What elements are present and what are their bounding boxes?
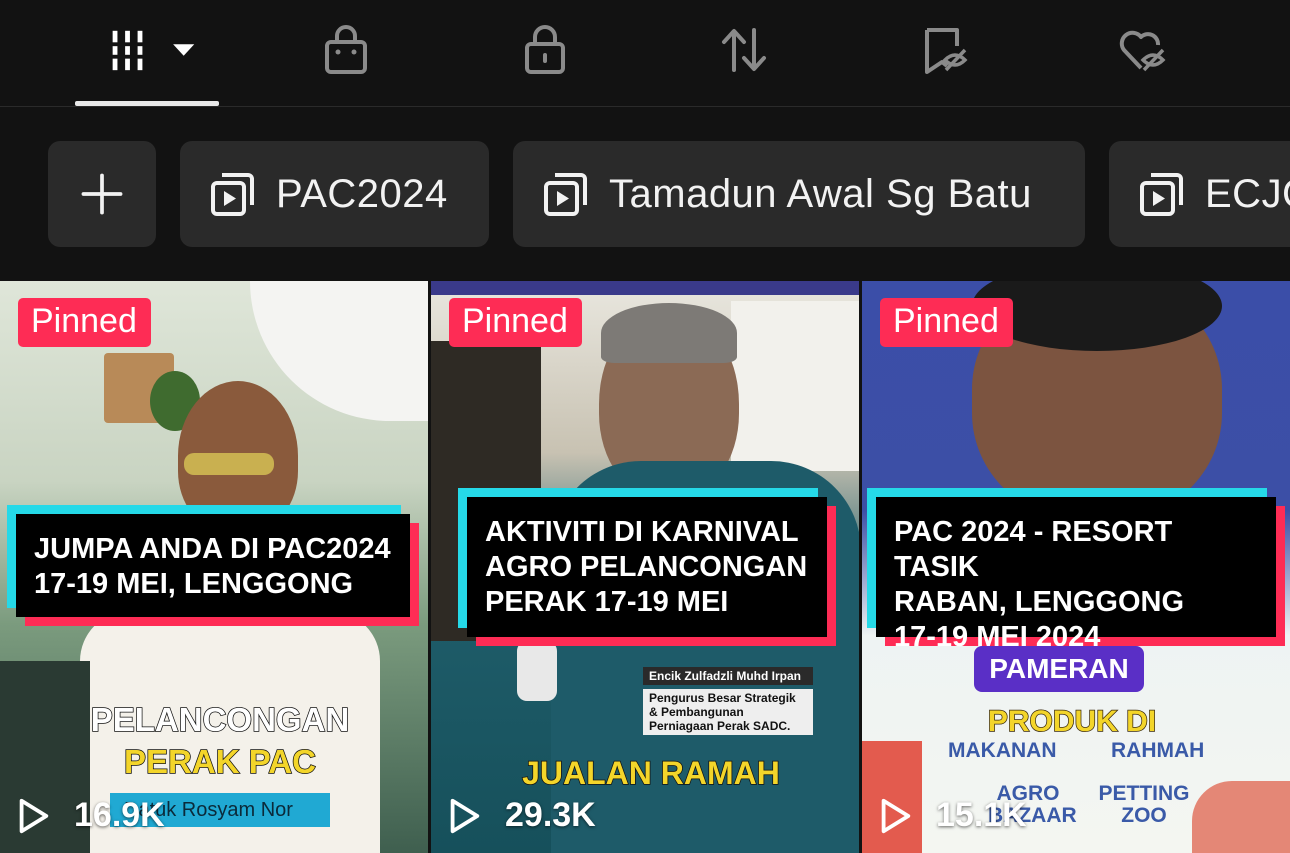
active-tab-indicator [75,101,219,106]
plus-icon [81,173,123,215]
video-caption: JUMPA ANDA DI PAC2024 17-19 MEI, LENGGON… [16,514,410,617]
overlay-item: MAKANAN [948,739,1057,762]
playlist-icon [544,173,587,216]
overlay-item: RAHMAH [1111,739,1205,762]
lock-icon [525,25,565,74]
overlay-item: PETTING ZOO [1098,782,1190,827]
view-count-value: 29.3K [505,796,596,834]
playlist-chip[interactable]: ECJO [1109,141,1290,247]
playlist-icon [1140,173,1183,216]
overlay-banner: PAMERAN [974,646,1144,692]
chevron-down-icon [173,44,195,56]
speaker-name: Encik Zulfadzli Muhd Irpan [643,667,813,685]
view-count: 15.1K [876,796,1027,835]
video-thumbnail[interactable]: Pinned PAC 2024 - RESORT TASIK RABAN, LE… [862,281,1290,853]
caption-line: AKTIVITI DI KARNIVAL [485,516,799,548]
speaker-info: Encik Zulfadzli Muhd Irpan Pengurus Besa… [643,667,813,735]
bookmark-hidden-icon [925,28,968,74]
caption-line: RABAN, LENGGONG [894,586,1184,618]
shop-tab[interactable] [306,18,386,82]
caption-line: PERAK 17-19 MEI [485,586,729,618]
video-caption: PAC 2024 - RESORT TASIK RABAN, LENGGONG … [876,497,1276,653]
pinned-badge: Pinned [880,298,1013,347]
favorites-hidden-tab[interactable] [903,18,983,82]
play-icon [19,798,49,833]
video-thumbnail[interactable]: Pinned AKTIVITI DI KARNIVAL AGRO PELANCO… [431,281,859,853]
playlist-chip[interactable]: Tamadun Awal Sg Batu [513,141,1085,247]
profile-tab-bar [0,0,1290,107]
playlist-label: PAC2024 [276,171,448,216]
grid-columns-icon [111,30,195,71]
video-thumbnail[interactable]: Pinned JUMPA ANDA DI PAC2024 17-19 MEI, … [0,281,428,853]
reposts-tab[interactable] [704,18,784,82]
shopping-bag-icon [325,25,367,74]
playlist-icon [211,173,254,216]
view-count: 16.9K [14,796,165,835]
speaker-role: Pengurus Besar Strategik & Pembangunan P… [643,689,813,735]
playlist-chip[interactable]: PAC2024 [180,141,489,247]
playlist-label: Tamadun Awal Sg Batu [609,171,1032,216]
overlay-line: PELANCONGAN [90,700,350,739]
video-caption: AKTIVITI DI KARNIVAL AGRO PELANCONGAN PE… [467,497,827,637]
pinned-badge: Pinned [449,298,582,347]
caption-line: AGRO PELANCONGAN [485,551,808,583]
view-count-value: 15.1K [936,796,1027,834]
private-tab[interactable] [505,18,585,82]
overlay-title: PRODUK DI [987,704,1157,739]
videos-grid-tab[interactable] [100,18,204,82]
playlist-row: PAC2024 Tamadun Awal Sg Batu ECJO [0,107,1290,279]
play-icon [881,798,911,833]
heart-hidden-icon [1119,30,1166,72]
repost-icon [722,28,766,72]
overlay-line: PERAK PAC [123,742,316,781]
video-grid: Pinned JUMPA ANDA DI PAC2024 17-19 MEI, … [0,281,1290,853]
view-count: 29.3K [445,796,596,835]
overlay-title: JUALAN RAMAH [521,754,780,792]
playlist-label: ECJO [1205,171,1290,216]
caption-line: JUMPA ANDA DI PAC2024 [34,533,391,565]
play-icon [450,798,480,833]
overlay-title: PELANCONGAN PERAK PAC [60,699,380,783]
caption-line: PAC 2024 - RESORT TASIK [894,516,1173,583]
pinned-badge: Pinned [18,298,151,347]
caption-line: 17-19 MEI, LENGGONG [34,568,354,600]
view-count-value: 16.9K [74,796,165,834]
add-playlist-button[interactable] [48,141,156,247]
liked-hidden-tab[interactable] [1102,18,1182,82]
